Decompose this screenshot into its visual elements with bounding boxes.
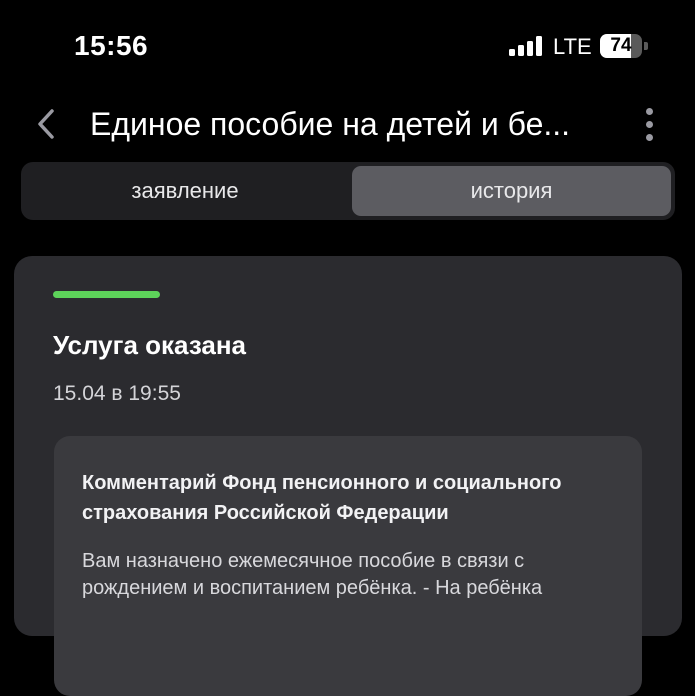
signal-icon [509,36,545,56]
segmented-control: заявление история [21,162,675,220]
status-time: 15:56 [74,30,149,61]
comment-text: Вам назначено ежемесячное пособие в связ… [82,550,543,599]
more-menu-button[interactable] [636,106,664,142]
header: Единое пособие на детей и бе... [0,96,695,152]
tab-application[interactable]: заявление [25,166,345,216]
history-card: Услуга оказана 15.04 в 19:55 Комментарий… [14,256,682,696]
network-type: LTE [553,34,592,59]
back-button[interactable] [30,104,64,144]
status-indicator [53,291,160,298]
comment-block: Комментарий Фонд пенсионного и социально… [54,436,642,696]
status-title: Услуга оказана [53,330,247,360]
more-vertical-icon [646,108,653,115]
page-title: Единое пособие на детей и бе... [90,106,571,142]
status-date: 15.04 в 19:55 [53,382,181,405]
comment-title: Комментарий Фонд пенсионного и социально… [82,472,562,524]
battery-level: 74 [610,35,632,56]
tab-history[interactable]: история [352,166,671,216]
status-bar: 15:56 LTE 74 [0,0,695,90]
battery-icon: 74 [600,34,648,58]
chevron-left-icon [38,109,54,139]
